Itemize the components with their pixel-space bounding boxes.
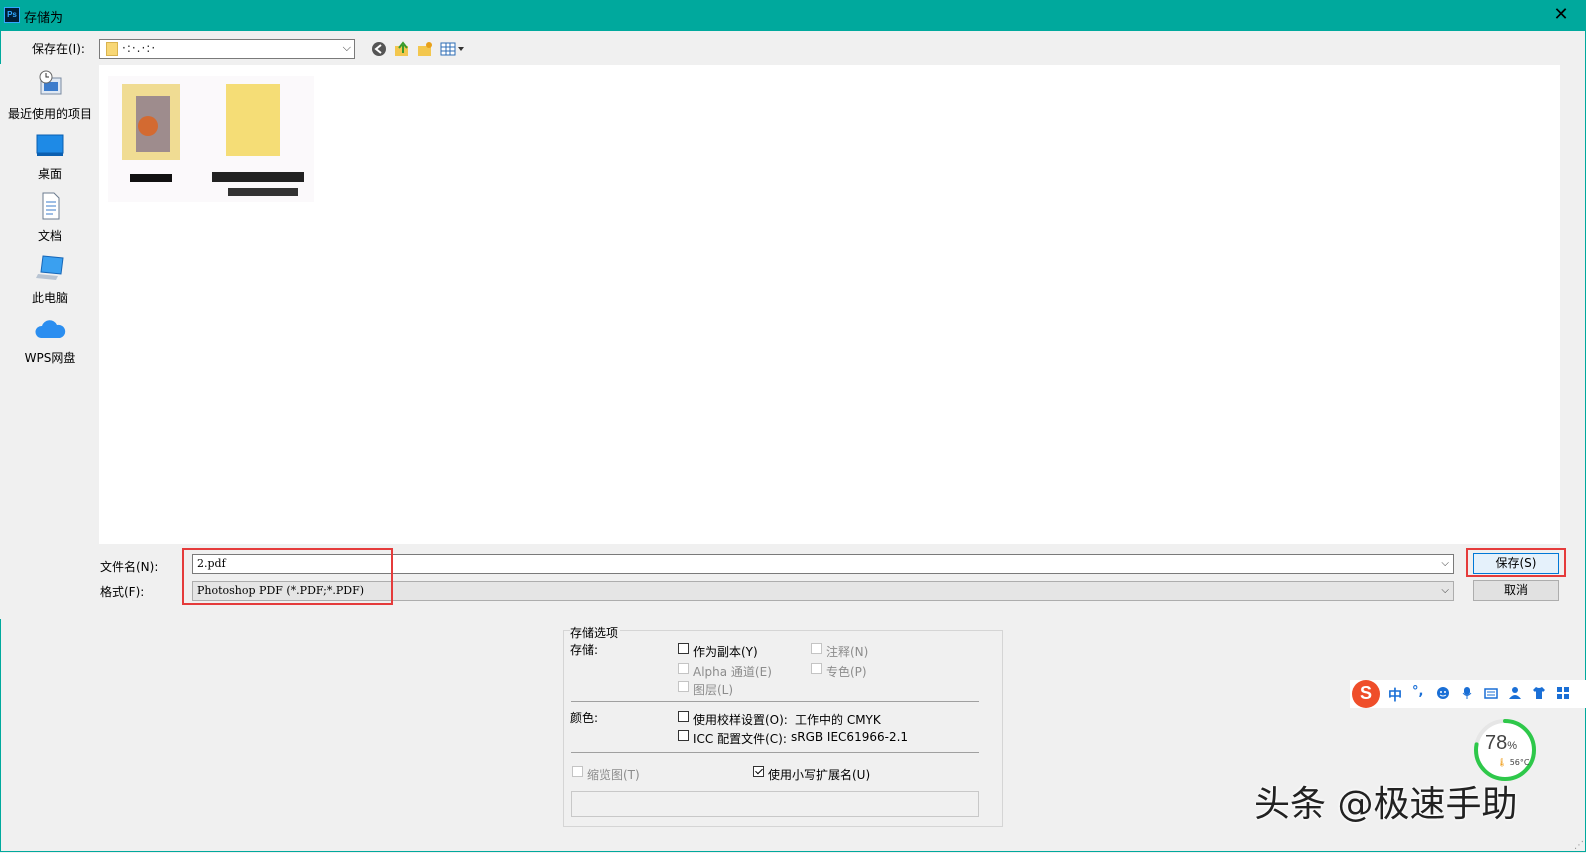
title-bar	[0, 0, 1586, 31]
proof-value: 工作中的 CMYK	[795, 713, 881, 727]
save-label: 存储:	[570, 643, 599, 657]
thumbnail-label: 缩览图(T)	[587, 768, 640, 782]
alpha-channels-label: Alpha 通道(E)	[693, 665, 772, 679]
use-proof-label: 使用校样设置(O):	[693, 713, 788, 727]
highlight-box-fields	[182, 548, 393, 605]
view-menu-icon[interactable]	[440, 42, 466, 56]
sidebar-item-wps-cloud[interactable]: WPS网盘	[0, 316, 100, 366]
emoji-icon[interactable]	[1436, 686, 1450, 700]
sogou-logo-icon[interactable]: S	[1352, 680, 1380, 708]
folder-icon	[106, 42, 118, 56]
gauge-percent: 78%	[1485, 732, 1517, 755]
gauge-temperature-value: 56°C	[1509, 758, 1530, 767]
use-proof-checkbox[interactable]	[678, 711, 689, 722]
watermark: 头条 @极速手助	[1254, 784, 1518, 825]
save-in-label: 保存在(I):	[32, 42, 85, 56]
file-list[interactable]	[99, 65, 1560, 544]
format-label: 格式(F):	[100, 585, 145, 599]
filename-label: 文件名(N):	[100, 560, 159, 574]
icc-profile-checkbox[interactable]	[678, 730, 689, 741]
as-copy-label: 作为副本(Y)	[693, 645, 758, 659]
divider	[571, 701, 979, 702]
location-combo[interactable]: ·:·.·:· ⌵	[99, 39, 355, 59]
icc-profile-label: ICC 配置文件(C):	[693, 732, 787, 746]
back-icon[interactable]	[371, 41, 387, 57]
chevron-down-icon[interactable]: ⌵	[1441, 582, 1449, 600]
up-folder-icon[interactable]	[394, 41, 410, 57]
alpha-channels-checkbox	[678, 663, 689, 674]
chevron-down-icon[interactable]: ⌵	[1441, 555, 1449, 573]
spot-colors-label: 专色(P)	[826, 665, 867, 679]
layers-label: 图层(L)	[693, 683, 734, 697]
warning-box	[571, 791, 979, 817]
annotations-label: 注释(N)	[826, 645, 869, 659]
places-sidebar: 最近使用的项目 桌面 文档 此电脑 WPS网盘	[0, 64, 96, 619]
wps-cloud-icon	[35, 320, 66, 338]
sidebar-item-this-pc[interactable]: 此电脑	[0, 254, 100, 306]
sidebar-item-label: 最近使用的项目	[7, 107, 92, 121]
sidebar-item-desktop[interactable]: 桌面	[0, 132, 100, 182]
sidebar-item-recent[interactable]: 最近使用的项目	[0, 68, 100, 122]
new-folder-icon[interactable]	[417, 41, 433, 57]
annotations-checkbox	[811, 643, 822, 654]
user-icon[interactable]	[1508, 686, 1522, 700]
close-button[interactable]: ✕	[1538, 0, 1584, 31]
lowercase-ext-label: 使用小写扩展名(U)	[768, 768, 871, 782]
thermometer-icon: 🌡	[1497, 758, 1508, 767]
sidebar-item-label: WPS网盘	[24, 351, 76, 365]
this-pc-icon	[36, 255, 64, 280]
chevron-down-icon[interactable]: ⌵	[343, 41, 351, 55]
file-thumbnail-icon[interactable]	[108, 76, 314, 202]
gauge-percent-sign: %	[1507, 740, 1518, 752]
spot-colors-checkbox	[811, 663, 822, 674]
skin-shirt-icon[interactable]	[1532, 686, 1546, 700]
gauge-temperature: 🌡 56°C	[1497, 758, 1529, 767]
recent-items-icon	[39, 70, 62, 95]
resize-grip-icon[interactable]: ⋰	[1574, 840, 1584, 851]
save-options-title: 存储选项	[570, 624, 621, 641]
ime-punct-toggle[interactable]: °,	[1412, 684, 1423, 699]
toolbox-grid-icon[interactable]	[1556, 686, 1570, 700]
documents-icon	[42, 192, 60, 220]
highlight-box-save	[1466, 548, 1566, 577]
window-title: 存储为	[24, 11, 64, 26]
divider	[571, 752, 979, 753]
sidebar-item-label: 桌面	[37, 167, 62, 181]
cancel-button[interactable]: 取消	[1473, 580, 1559, 601]
as-copy-checkbox[interactable]	[678, 643, 689, 654]
lowercase-ext-checkbox[interactable]	[753, 766, 764, 777]
sidebar-item-documents[interactable]: 文档	[0, 192, 100, 244]
ime-toolbar: S 中 °,	[1350, 680, 1586, 708]
keyboard-icon[interactable]	[1484, 686, 1498, 700]
location-value: ·:·.·:·	[122, 41, 157, 55]
sidebar-item-label: 此电脑	[31, 291, 68, 305]
microphone-icon[interactable]	[1460, 686, 1474, 700]
photoshop-icon: Ps	[4, 7, 20, 23]
thumbnail-checkbox	[572, 766, 583, 777]
icc-value: sRGB IEC61966-2.1	[791, 730, 909, 744]
layers-checkbox	[678, 681, 689, 692]
color-label: 颜色:	[570, 711, 599, 725]
desktop-icon	[36, 134, 64, 156]
sidebar-item-label: 文档	[37, 229, 62, 243]
ime-mode-toggle[interactable]: 中	[1388, 685, 1402, 705]
gauge-percent-value: 78	[1485, 732, 1508, 754]
